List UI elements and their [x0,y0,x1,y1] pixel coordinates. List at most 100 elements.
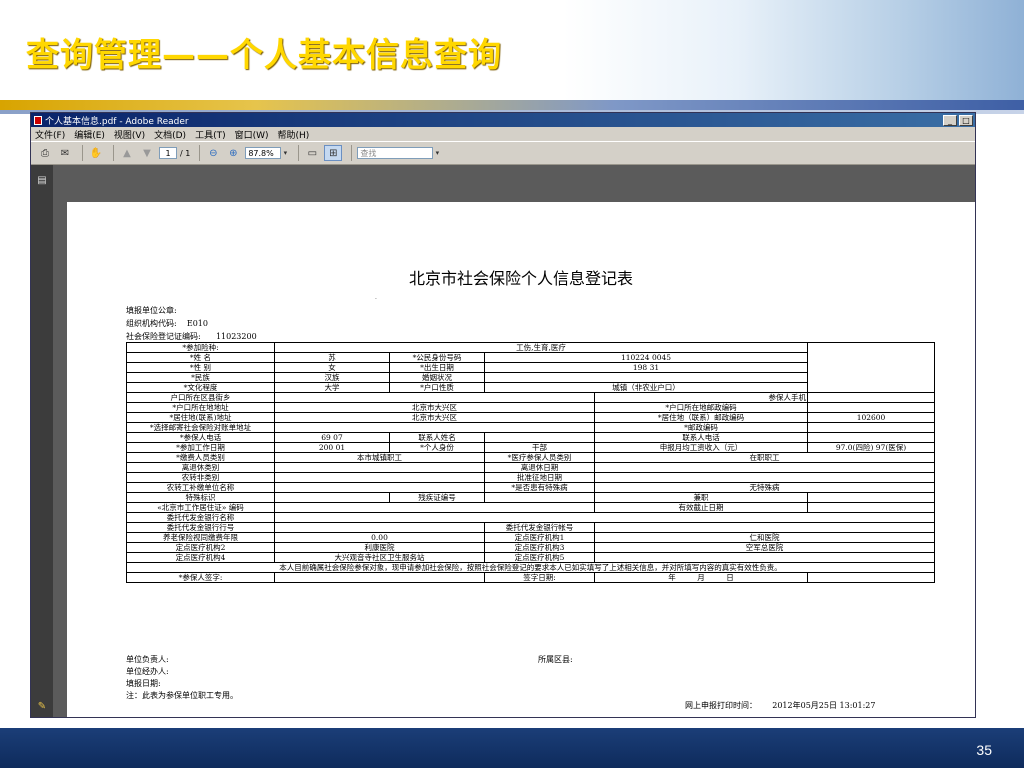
day-label: 日 [726,573,734,582]
table-cell [274,522,485,533]
table-cell: *文化程度 [126,382,275,393]
registration-table: *参加险种: 工伤,生育,医疗 *姓 名 苏 *公民身份号码 110224 00… [125,342,936,583]
table-cell: 97.0(四险) 97(医保) [807,442,936,453]
menu-tools[interactable]: 工具(T) [195,128,226,141]
pdf-page: 北京市社会保险个人信息登记表 · 填报单位公章: 组织机构代码: E010 社会… [67,202,975,717]
next-page-icon[interactable]: ▼ [139,146,155,160]
table-cell: 参保人手机 [593,392,809,403]
table-cell: *居住地(联系)地址 [126,412,275,423]
table-cell: 兼职 [593,492,809,503]
table-cell: 女 [274,362,390,373]
table-cell: 农转非类别 [126,472,275,483]
table-row: «北京市工作居住证» 编码 有效截止日期 [126,502,936,513]
table-cell: 定点医疗机构2 [126,542,275,553]
table-cell: 委托代发金银行名称 [126,512,275,523]
table-cell: *医疗参保人员类别 [484,452,595,463]
table-row: 农转非类别 批准征地日期 [126,472,936,483]
table-cell [273,512,936,523]
table-cell: *选择邮寄社会保险对账单地址 [126,422,275,433]
table-row: *参保人签字: 签字日期: 年 月 日 [126,572,936,583]
email-icon[interactable]: ✉ [57,146,73,160]
print-time: 网上申报打印时间： 2012年05月25日 13:01:27 [685,701,876,710]
table-cell: 农转工补缴单位名称 [126,482,275,493]
table-row: *缴费人员类别 本市城镇职工 *医疗参保人员类别 在职职工 [126,452,936,463]
table-cell: 苏 [274,352,390,363]
fill-date-label: 填报日期: [126,679,161,688]
table-cell [484,492,595,503]
table-row: 特殊标识 残疾证编号 兼职 [126,492,936,503]
table-cell: *参加工作日期 [126,442,275,453]
table-cell: 委托代发金银行行号 [126,522,275,533]
table-cell: 198 31 [483,362,809,373]
menu-window[interactable]: 窗口(W) [235,128,269,141]
table-cell [483,372,809,383]
unit-handler-label: 单位经办人: [126,667,169,676]
toolbar: ⎙ ✉ ✋ ▲ ▼ 1 / 1 ⊖ ⊕ 87.8% ▾ ▭ ⊞ 查找 ▾ [31,141,975,165]
fit-width-icon[interactable]: ⊞ [324,145,343,161]
table-row: 养老保险视同缴费年限 0.00 定点医疗机构1 仁和医院 [126,532,936,543]
toolbar-separator [82,145,83,161]
hand-tool-icon[interactable]: ✋ [88,146,104,160]
table-cell: 残疾证编号 [389,492,485,503]
menu-view[interactable]: 视图(V) [114,128,145,141]
table-cell [274,392,595,403]
table-cell: 户口所在区县街乡 [126,392,275,403]
district-label: 所属区县: [538,655,573,664]
attachments-panel-icon[interactable]: ✎ [36,701,48,713]
table-cell [274,462,485,473]
fit-page-icon[interactable]: ▭ [304,146,320,160]
zoom-out-icon[interactable]: ⊖ [205,146,221,160]
pages-panel-icon[interactable]: ▤ [36,175,48,187]
page-number-input[interactable]: 1 [159,147,177,159]
search-input[interactable]: 查找 [357,147,434,159]
table-cell: 102600 [807,412,936,423]
registration-number: 社会保险登记证编码: 11023200 [126,332,257,341]
table-cell: 北京市大兴区 [274,412,595,423]
search-dropdown-icon[interactable]: ▾ [433,146,441,160]
table-cell: 本市城镇职工 [274,452,485,463]
print-icon[interactable]: ⎙ [37,146,53,160]
window-titlebar[interactable]: 个人基本信息.pdf - Adobe Reader _ □ [31,113,975,127]
table-cell: 空军总医院 [593,542,936,553]
document-viewer: 北京市社会保险个人信息登记表 · 填报单位公章: 组织机构代码: E010 社会… [53,165,975,717]
table-row: *参加险种: 工伤,生育,医疗 [126,342,936,393]
table-cell [807,392,936,403]
signature-cell [274,572,485,583]
restore-button[interactable]: □ [959,114,973,126]
zoom-in-icon[interactable]: ⊕ [225,146,241,160]
table-cell: 定点医疗机构1 [484,532,595,543]
table-cell: *户口性质 [389,382,485,393]
table-row: *户口所在地地址 北京市大兴区 *户口所在地邮政编码 [126,402,936,413]
table-cell [807,502,936,513]
table-cell: 离退休日期 [484,462,595,473]
year-label: 年 [668,573,676,582]
zoom-dropdown-icon[interactable]: ▾ [281,146,289,160]
adobe-reader-window: 个人基本信息.pdf - Adobe Reader _ □ 文件(F) 编辑(E… [30,112,976,718]
table-cell: *个人身份 [389,442,485,453]
table-cell: 年 月 日 [593,572,809,583]
menu-bar: 文件(F) 编辑(E) 视图(V) 文档(D) 工具(T) 窗口(W) 帮助(H… [31,127,975,141]
table-cell: *参保人签字: [126,572,275,583]
table-row: *参保人电话 69 07 联系人姓名 联系人电话 [126,432,936,443]
table-cell: 定点医疗机构5 [484,552,595,563]
minimize-button[interactable]: _ [943,114,957,126]
table-cell: *户口所在地邮政编码 [593,402,809,413]
menu-file[interactable]: 文件(F) [35,128,65,141]
photo-cell [807,342,936,393]
table-row: 定点医疗机构4 大兴观音寺社区卫生服务站 定点医疗机构5 [126,552,936,563]
menu-edit[interactable]: 编辑(E) [74,128,105,141]
zoom-level-input[interactable]: 87.8% [245,147,282,159]
previous-page-icon[interactable]: ▲ [119,146,135,160]
table-cell [274,502,595,513]
table-row: *参加工作日期 200 01 *个人身份 干部 申报月均工资收入（元） 97.0… [126,442,936,453]
form-note: 注：此表为参保单位职工专用。 [126,691,238,700]
table-cell: 0.00 [274,532,485,543]
pdf-document-icon [34,115,42,125]
unit-head-label: 单位负责人: [126,655,169,664]
slide-title: 查询管理——个人基本信息查询 [26,35,502,74]
table-cell: 北京市大兴区 [274,402,595,413]
menu-document[interactable]: 文档(D) [154,128,186,141]
table-cell: 干部 [484,442,595,453]
table-cell: 联系人电话 [593,432,809,443]
menu-help[interactable]: 帮助(H) [278,128,310,141]
